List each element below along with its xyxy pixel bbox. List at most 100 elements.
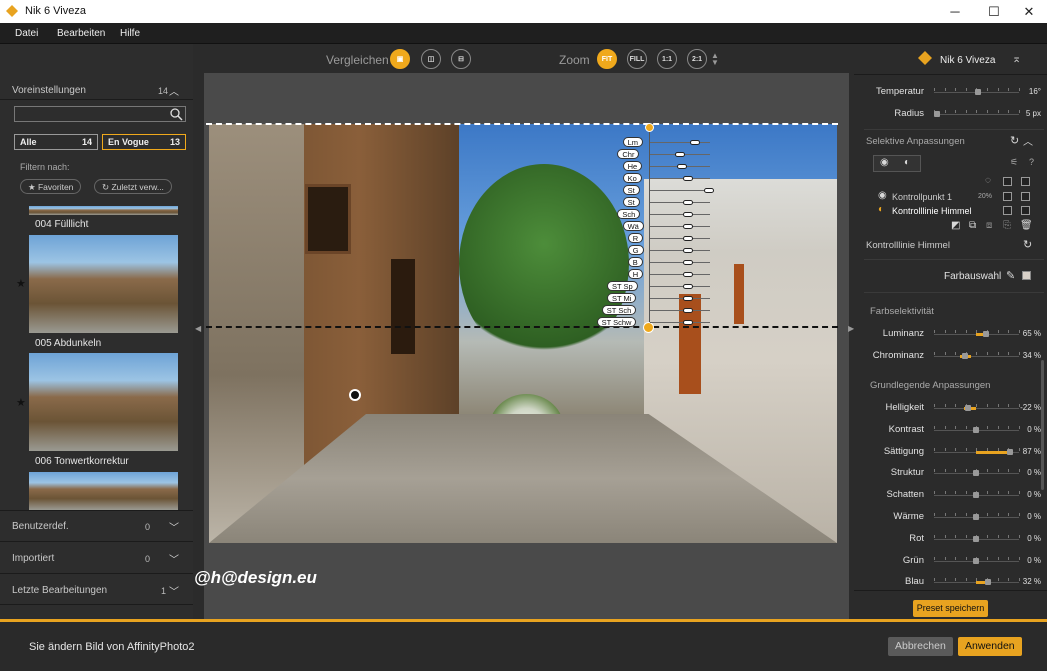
slider-handle[interactable] xyxy=(965,405,971,411)
control-point-icon[interactable] xyxy=(349,389,361,401)
control-slider-knob[interactable] xyxy=(677,164,687,169)
control-slider-knob[interactable] xyxy=(683,236,693,241)
slider-handle[interactable] xyxy=(962,353,968,359)
control-line-horizon[interactable] xyxy=(206,326,838,328)
slider-track[interactable] xyxy=(934,114,1019,115)
preset-thumbnail[interactable] xyxy=(29,353,178,451)
collapse-icon[interactable]: ︿ xyxy=(1023,133,1033,148)
control-slider-label[interactable]: Lm xyxy=(622,137,644,147)
control-slider-knob[interactable] xyxy=(683,296,693,301)
options-icon[interactable]: ⚟ xyxy=(1010,157,1018,168)
slider-handle[interactable] xyxy=(973,514,979,520)
slider-handle[interactable] xyxy=(985,579,991,585)
visibility-toggle[interactable] xyxy=(1003,206,1012,215)
search-input[interactable] xyxy=(14,106,186,122)
zoom-fit-button[interactable]: FIT xyxy=(597,49,617,69)
enable-checkbox[interactable] xyxy=(1021,206,1030,215)
compare-split-button[interactable]: ◫ xyxy=(421,49,441,69)
control-slider-label[interactable]: Ko xyxy=(622,173,642,183)
control-line-handle[interactable] xyxy=(643,322,654,333)
control-slider-knob[interactable] xyxy=(683,320,693,325)
enable-checkbox[interactable] xyxy=(1021,192,1030,201)
control-slider-label[interactable]: ST Mi xyxy=(607,293,637,303)
control-slider-label[interactable]: ST Sp xyxy=(607,281,638,291)
zoom-2-1-button[interactable]: 2:1 xyxy=(687,49,707,69)
slider-handle[interactable] xyxy=(973,536,979,542)
slider-handle[interactable] xyxy=(975,89,981,95)
control-slider-knob[interactable] xyxy=(690,140,700,145)
reset-icon[interactable]: ↻ xyxy=(1023,238,1032,251)
group-icon[interactable]: ◌ xyxy=(985,175,991,186)
menu-bearbeiten[interactable]: Bearbeiten xyxy=(57,28,105,39)
zoom-1-1-button[interactable]: 1:1 xyxy=(657,49,677,69)
control-slider-knob[interactable] xyxy=(683,272,693,277)
slider-handle[interactable] xyxy=(973,558,979,564)
preset-thumbnail[interactable] xyxy=(29,206,178,215)
slider-track[interactable] xyxy=(934,408,1019,409)
add-control-line-button[interactable]: ◐ xyxy=(904,157,910,168)
photo-preview[interactable] xyxy=(209,124,837,543)
slider-handle[interactable] xyxy=(973,427,979,433)
star-icon[interactable]: ★ xyxy=(16,396,26,409)
control-slider-knob[interactable] xyxy=(704,188,714,193)
control-slider-label[interactable]: B xyxy=(627,257,643,267)
copy-icon[interactable]: ⎘ xyxy=(1003,220,1011,231)
user-presets-header[interactable]: Benutzerdef. xyxy=(12,521,69,532)
chevron-down-icon[interactable]: ﹀ xyxy=(169,519,179,534)
chevron-down-icon[interactable]: ﹀ xyxy=(169,583,179,598)
control-slider-knob[interactable] xyxy=(683,248,693,253)
star-icon[interactable]: ★ xyxy=(16,277,26,290)
control-point-item[interactable]: Kontrollpunkt 1 xyxy=(892,192,952,202)
preset-thumbnail[interactable] xyxy=(29,472,178,510)
filter-vogue-button[interactable]: En Vogue 13 xyxy=(102,134,186,150)
control-slider-knob[interactable] xyxy=(683,212,693,217)
control-line-handle[interactable] xyxy=(645,123,654,132)
control-line-item[interactable]: Kontrolllinie Himmel xyxy=(892,206,972,216)
menu-hilfe[interactable]: Hilfe xyxy=(120,28,140,39)
enable-all-checkbox[interactable] xyxy=(1021,177,1030,186)
control-slider-label[interactable]: H xyxy=(627,269,644,279)
zoom-fill-button[interactable]: FILL xyxy=(627,49,647,69)
control-slider-knob[interactable] xyxy=(683,200,693,205)
imported-header[interactable]: Importiert xyxy=(12,553,54,564)
control-line-top[interactable] xyxy=(206,123,838,125)
compare-side-button[interactable]: ⊟ xyxy=(451,49,471,69)
control-slider-knob[interactable] xyxy=(683,224,693,229)
chevron-down-icon[interactable]: ﹀ xyxy=(169,551,179,566)
slider-handle[interactable] xyxy=(983,331,989,337)
recent-filter[interactable]: ↻ Zuletzt verw... xyxy=(94,179,172,194)
visibility-toggle[interactable] xyxy=(1003,192,1012,201)
save-preset-button[interactable]: Preset speichern xyxy=(913,600,988,617)
slider-track[interactable] xyxy=(934,356,1019,357)
duplicate-icon[interactable]: ⧉ xyxy=(969,220,976,231)
slider-handle[interactable] xyxy=(934,111,940,117)
cancel-button[interactable]: Abbrechen xyxy=(888,637,953,656)
control-slider-label[interactable]: ST Sch xyxy=(601,305,637,315)
panel-scrollbar[interactable] xyxy=(1041,360,1044,490)
compare-single-button[interactable]: ▣ xyxy=(390,49,410,69)
control-slider-label[interactable]: St xyxy=(622,185,640,195)
control-slider-knob[interactable] xyxy=(683,284,693,289)
control-slider-knob[interactable] xyxy=(683,260,693,265)
help-icon[interactable]: ? xyxy=(1029,157,1034,167)
preset-thumbnail[interactable] xyxy=(29,235,178,333)
control-slider-label[interactable]: Sch xyxy=(617,209,641,219)
control-slider-knob[interactable] xyxy=(675,152,685,157)
collapse-left-icon[interactable]: ◀ xyxy=(195,324,201,333)
control-slider-label[interactable]: R xyxy=(627,233,644,243)
close-button[interactable]: ✕ xyxy=(1006,0,1047,23)
control-slider-knob[interactable] xyxy=(683,176,693,181)
presets-header[interactable]: Voreinstellungen xyxy=(12,85,86,96)
collapse-panel-icon[interactable]: ⌅ xyxy=(1012,52,1021,65)
control-slider-label[interactable]: ST Schw xyxy=(596,317,637,327)
filter-all-button[interactable]: Alle 14 xyxy=(14,134,98,150)
show-all-toggle[interactable] xyxy=(1003,177,1012,186)
add-control-point-button[interactable]: ◉ xyxy=(880,157,889,168)
mask-icon[interactable]: ◩ xyxy=(951,220,960,231)
collapse-icon[interactable]: ︿ xyxy=(169,83,179,98)
recent-edits-header[interactable]: Letzte Bearbeitungen xyxy=(12,585,107,596)
control-slider-label[interactable]: Chr xyxy=(617,149,640,159)
group-points-icon[interactable]: ⧈ xyxy=(986,220,992,231)
delete-icon[interactable]: 🗑 xyxy=(1020,220,1033,231)
favorites-filter[interactable]: ★ Favoriten xyxy=(20,179,82,194)
